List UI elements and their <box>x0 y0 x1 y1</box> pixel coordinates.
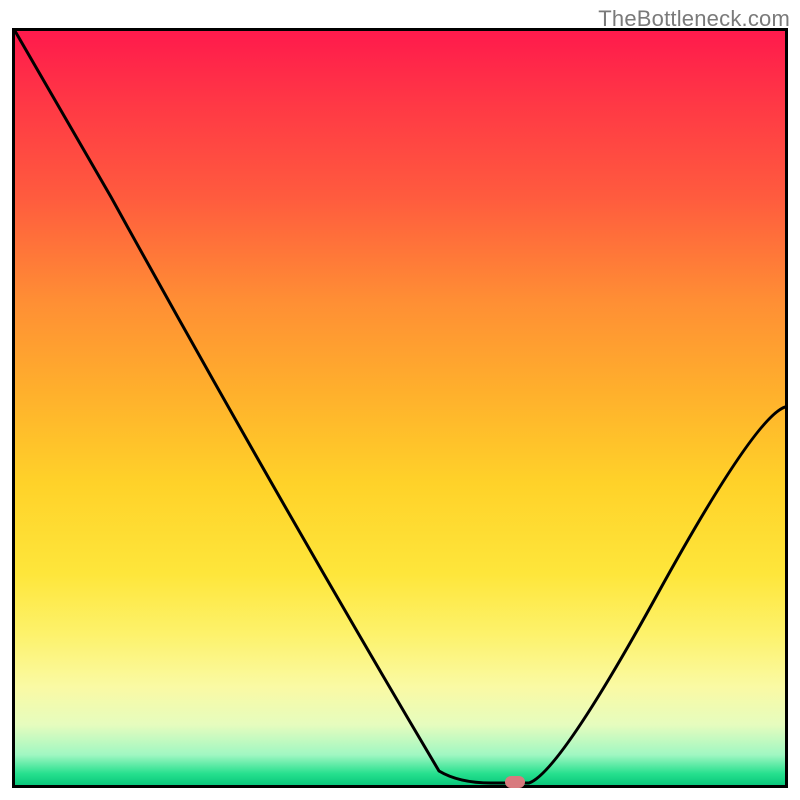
optimal-marker <box>505 776 525 788</box>
curve-path <box>15 31 785 783</box>
bottleneck-curve <box>15 31 785 785</box>
plot-area <box>15 31 785 785</box>
plot-frame <box>12 28 788 788</box>
chart-container: TheBottleneck.com <box>0 0 800 800</box>
